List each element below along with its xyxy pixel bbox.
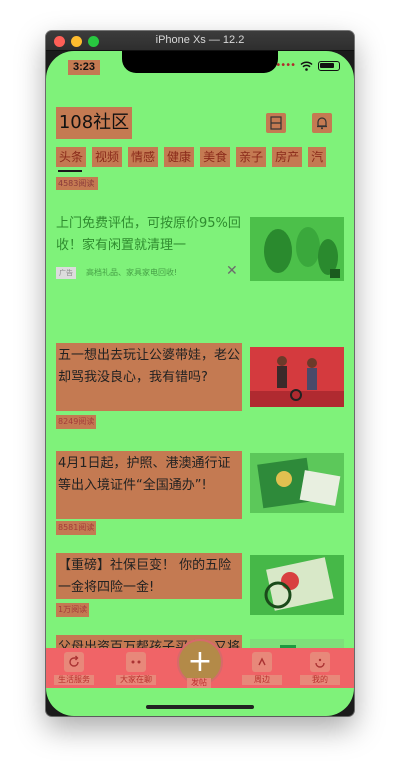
active-tab-indicator bbox=[58, 170, 82, 172]
status-time: 3:23 bbox=[68, 60, 100, 75]
plus-icon: + bbox=[187, 644, 213, 679]
tab-profile[interactable]: 我的 bbox=[300, 652, 340, 686]
bell-icon[interactable] bbox=[312, 113, 332, 133]
simulator-window: iPhone Xs — 12.2 3:23 •••• 108社区 头条 视频 情… bbox=[46, 31, 354, 716]
article-title: 【重磅】社保巨变！ 你的五险一金将四险一金! bbox=[56, 553, 242, 599]
ad-title: 上门免费评估，可按原价95%回收！家有闲置就清理一 bbox=[56, 216, 241, 253]
compass-icon bbox=[252, 652, 272, 672]
ad-item[interactable]: 上门免费评估，可按原价95%回收！家有闲置就清理一 广告 高档礼品、家具家电回收… bbox=[46, 173, 354, 313]
tab-chat[interactable]: 大家在聊 bbox=[116, 652, 156, 686]
article-meta: 1万阅读 bbox=[56, 603, 90, 617]
home-indicator[interactable] bbox=[146, 705, 254, 709]
article-title: 4月1日起，护照、港澳通行证等出入境证件“全国通办”! bbox=[56, 451, 242, 519]
tab-headlines[interactable]: 头条 bbox=[56, 147, 87, 167]
tab-label: 大家在聊 bbox=[116, 675, 156, 685]
profile-icon bbox=[310, 652, 330, 672]
tab-nearby[interactable]: 周边 bbox=[242, 652, 282, 686]
tab-label: 周边 bbox=[242, 675, 282, 685]
article-item[interactable]: 4月1日起，护照、港澳通行证等出入境证件“全国通办”! 8581阅读 bbox=[46, 419, 354, 535]
tab-realestate[interactable]: 房产 bbox=[272, 147, 303, 167]
tab-food[interactable]: 美食 bbox=[200, 147, 231, 167]
category-tabs: 头条 视频 情感 健康 美食 亲子 房产 汽 bbox=[56, 147, 354, 167]
tab-life-services[interactable]: 生活服务 bbox=[54, 652, 94, 686]
article-thumbnail bbox=[250, 347, 344, 407]
tab-label: 生活服务 bbox=[54, 675, 94, 685]
signal-icon: •••• bbox=[275, 60, 296, 71]
article-thumbnail bbox=[250, 453, 344, 513]
window-title: iPhone Xs — 12.2 bbox=[155, 34, 245, 46]
news-feed[interactable]: 4583阅读 上门免费评估，可按原价95%回收！家有闲置就清理一 广告 高档礼品… bbox=[46, 173, 354, 668]
publish-label: 发帖 bbox=[187, 678, 211, 688]
window-titlebar: iPhone Xs — 12.2 bbox=[46, 31, 354, 51]
article-title: 五一想出去玩让公婆带娃，老公却骂我没良心，我有错吗? bbox=[56, 343, 242, 411]
tab-auto[interactable]: 汽 bbox=[308, 147, 327, 167]
ad-thumbnail bbox=[250, 217, 344, 281]
tab-emotion[interactable]: 情感 bbox=[128, 147, 159, 167]
tab-label: 我的 bbox=[300, 675, 340, 685]
device-screen: 3:23 •••• 108社区 头条 视频 情感 健康 美食 亲子 房产 汽 4… bbox=[46, 51, 354, 716]
article-thumbnail bbox=[250, 555, 344, 615]
close-icon[interactable]: ✕ bbox=[226, 263, 238, 279]
wifi-icon bbox=[300, 61, 313, 71]
article-item[interactable]: 【重磅】社保巨变！ 你的五险一金将四险一金! 1万阅读 bbox=[46, 525, 354, 619]
scan-icon[interactable] bbox=[266, 113, 286, 133]
device-notch bbox=[122, 51, 278, 73]
tab-parenting[interactable]: 亲子 bbox=[236, 147, 267, 167]
tab-health[interactable]: 健康 bbox=[164, 147, 195, 167]
article-item[interactable]: 五一想出去玩让公婆带娃，老公却骂我没良心，我有错吗? 8249阅读 bbox=[46, 313, 354, 429]
ad-source: 高档礼品、家具家电回收! bbox=[86, 268, 178, 277]
battery-icon bbox=[318, 61, 340, 71]
chat-icon bbox=[126, 652, 146, 672]
ad-badge: 广告 bbox=[56, 267, 76, 279]
refresh-icon bbox=[64, 652, 84, 672]
status-icons: •••• bbox=[275, 61, 340, 71]
tab-video[interactable]: 视频 bbox=[92, 147, 123, 167]
brand-logo: 108社区 bbox=[56, 107, 132, 139]
